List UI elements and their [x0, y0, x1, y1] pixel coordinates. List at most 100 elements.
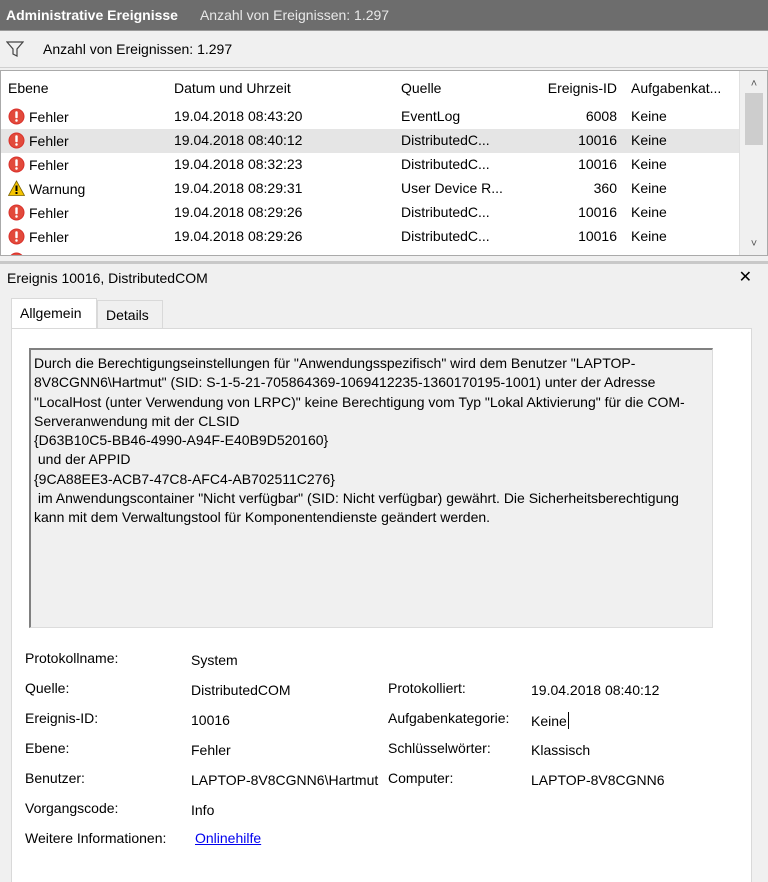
cell-ereignis-id: 10016 — [578, 132, 617, 148]
cell-ebene: Fehler — [8, 156, 69, 173]
warning-icon — [8, 180, 26, 197]
cell-quelle: EventLog — [401, 108, 461, 124]
level-text: Fehler — [29, 132, 69, 149]
onlinehilfe-link[interactable]: Onlinehilfe — [195, 830, 261, 846]
cell-ebene: Fehler — [8, 132, 69, 149]
cell-quelle: User Device R... — [401, 180, 503, 196]
column-header-ebene[interactable]: Ebene — [8, 80, 48, 96]
quelle-value: DistributedCOM — [191, 682, 291, 698]
table-row[interactable]: Fehler 19.04.2018 08:40:12 DistributedC...… — [1, 129, 740, 153]
error-icon — [8, 228, 25, 245]
cell-ebene: Fehler — [8, 252, 69, 256]
cell-quelle: DistributedC... — [401, 252, 490, 255]
protokollname-label: Protokollname: — [25, 650, 119, 666]
level-text: Fehler — [29, 156, 69, 173]
aufgabenkategorie-value[interactable]: Keine — [531, 712, 569, 729]
column-header-quelle[interactable]: Quelle — [401, 80, 441, 96]
level-text: Fehler — [29, 204, 69, 221]
filter-icon[interactable] — [6, 40, 24, 58]
benutzer-value: LAPTOP-8V8CGNN6\Hartmut — [191, 772, 379, 788]
event-detail-header: Ereignis 10016, DistributedCOM ✕ — [0, 261, 768, 291]
aufgabenkategorie-label: Aufgabenkategorie: — [388, 710, 510, 726]
tab-details[interactable]: Details — [97, 300, 163, 328]
cell-ereignis-id: 6008 — [585, 108, 617, 124]
ereignis-id-label: Ereignis-ID: — [25, 710, 99, 726]
panel-titlebar: Administrative Ereignisse Anzahl von Ere… — [0, 0, 768, 30]
tab-allgemein[interactable]: Allgemein — [11, 298, 97, 329]
cell-aufgabenkategorie: Keine — [631, 132, 667, 148]
table-row[interactable]: Fehler 19.04.2018 08:29:26 DistributedC...… — [1, 201, 740, 225]
error-icon — [8, 252, 25, 255]
cell-ereignis-id: 10016 — [578, 228, 617, 244]
level-text: Fehler — [29, 228, 69, 245]
column-header-aufgabenkategorie[interactable]: Aufgabenkat... — [631, 80, 721, 96]
event-description[interactable]: Durch die Berechtigungseinstellungen für… — [29, 348, 713, 628]
event-detail-title: Ereignis 10016, DistributedCOM — [7, 269, 208, 286]
table-row[interactable]: Fehler 19.04.2018 08:32:23 DistributedC...… — [1, 153, 740, 177]
schluesselwoerter-value: Klassisch — [531, 742, 591, 758]
cell-ebene: Fehler — [8, 108, 69, 125]
column-header-ereignis-id[interactable]: Ereignis-ID — [521, 80, 617, 96]
event-list: Ebene Datum und Uhrzeit Quelle Ereignis-… — [0, 70, 768, 256]
scroll-down-arrow-icon[interactable]: ˅ — [740, 235, 767, 253]
event-count-title: Anzahl von Ereignissen: 1.297 — [199, 7, 390, 23]
cell-aufgabenkategorie: Keine — [631, 252, 667, 255]
cell-ebene: Fehler — [8, 204, 69, 221]
cell-datum: 19.04.2018 08:29:26 — [174, 228, 303, 244]
error-icon — [8, 132, 25, 149]
table-row[interactable]: Warnung 19.04.2018 08:29:31 User Device R.… — [1, 177, 740, 201]
protokolliert-value: 19.04.2018 08:40:12 — [531, 682, 660, 698]
level-text: Warnung — [29, 180, 86, 197]
cell-ereignis-id: 10016 — [578, 156, 617, 172]
cell-datum: 19.04.2018 08:29:31 — [174, 180, 303, 196]
cell-datum: 19.04.2018 08:43:20 — [174, 108, 303, 124]
cell-datum: 19.04.2018 08:29:26 — [174, 252, 302, 255]
cell-aufgabenkategorie: Keine — [631, 156, 667, 172]
cell-aufgabenkategorie: Keine — [631, 228, 667, 244]
error-icon — [8, 108, 25, 125]
scrollbar-thumb[interactable] — [745, 93, 763, 145]
table-row[interactable]: Fehler 19.04.2018 08:29:26 DistributedC...… — [1, 225, 740, 249]
filter-count-text: Anzahl von Ereignissen: 1.297 — [43, 41, 233, 57]
schluesselwoerter-label: Schlüsselwörter: — [388, 740, 491, 756]
benutzer-label: Benutzer: — [25, 770, 85, 786]
close-icon[interactable]: ✕ — [739, 267, 752, 287]
ebene-label: Ebene: — [25, 740, 70, 756]
cell-quelle: DistributedC... — [401, 156, 490, 172]
cell-aufgabenkategorie: Keine — [631, 180, 667, 196]
table-row[interactable]: Fehler 19.04.2018 08:29:26 DistributedC...… — [1, 249, 740, 256]
cell-quelle: DistributedC... — [401, 228, 490, 244]
cell-ereignis-id: 10016 — [578, 204, 617, 220]
protokollname-value: System — [191, 652, 238, 668]
scroll-up-arrow-icon[interactable]: ˄ — [740, 75, 767, 93]
cell-datum: 19.04.2018 08:29:26 — [174, 204, 303, 220]
event-list-header: Ebene Datum und Uhrzeit Quelle Ereignis-… — [1, 71, 740, 105]
quelle-label: Quelle: — [25, 680, 70, 696]
cell-ebene: Fehler — [8, 228, 69, 245]
computer-value: LAPTOP-8V8CGNN6 — [531, 772, 665, 788]
computer-label: Computer: — [388, 770, 454, 786]
event-list-scrollbar[interactable]: ˄ ˅ — [739, 71, 767, 255]
ebene-value: Fehler — [191, 742, 231, 758]
protokolliert-label: Protokolliert: — [388, 680, 466, 696]
cell-ereignis-id: 10016 — [521, 252, 617, 255]
vorgangscode-value: Info — [191, 802, 215, 818]
ereignis-id-value: 10016 — [191, 712, 230, 728]
cell-aufgabenkategorie: Keine — [631, 108, 667, 124]
column-header-datum[interactable]: Datum und Uhrzeit — [174, 80, 291, 96]
error-icon — [8, 204, 25, 221]
cell-datum: 19.04.2018 08:32:23 — [174, 156, 303, 172]
vorgangscode-label: Vorgangscode: — [25, 800, 119, 816]
general-tab-panel: Durch die Berechtigungseinstellungen für… — [11, 328, 752, 882]
cell-ereignis-id: 360 — [593, 180, 617, 196]
level-text: Fehler — [29, 253, 69, 256]
cell-quelle: DistributedC... — [401, 204, 490, 220]
cell-quelle: DistributedC... — [401, 132, 490, 148]
table-row[interactable]: Fehler 19.04.2018 08:43:20 EventLog 6008 Kei… — [1, 105, 740, 129]
view-title: Administrative Ereignisse — [6, 7, 178, 23]
cell-aufgabenkategorie: Keine — [631, 204, 667, 220]
filter-bar: Anzahl von Ereignissen: 1.297 — [0, 30, 768, 68]
cell-datum: 19.04.2018 08:40:12 — [174, 132, 303, 148]
cell-ebene: Warnung — [8, 180, 85, 197]
weitere-informationen-label: Weitere Informationen: — [25, 830, 167, 846]
